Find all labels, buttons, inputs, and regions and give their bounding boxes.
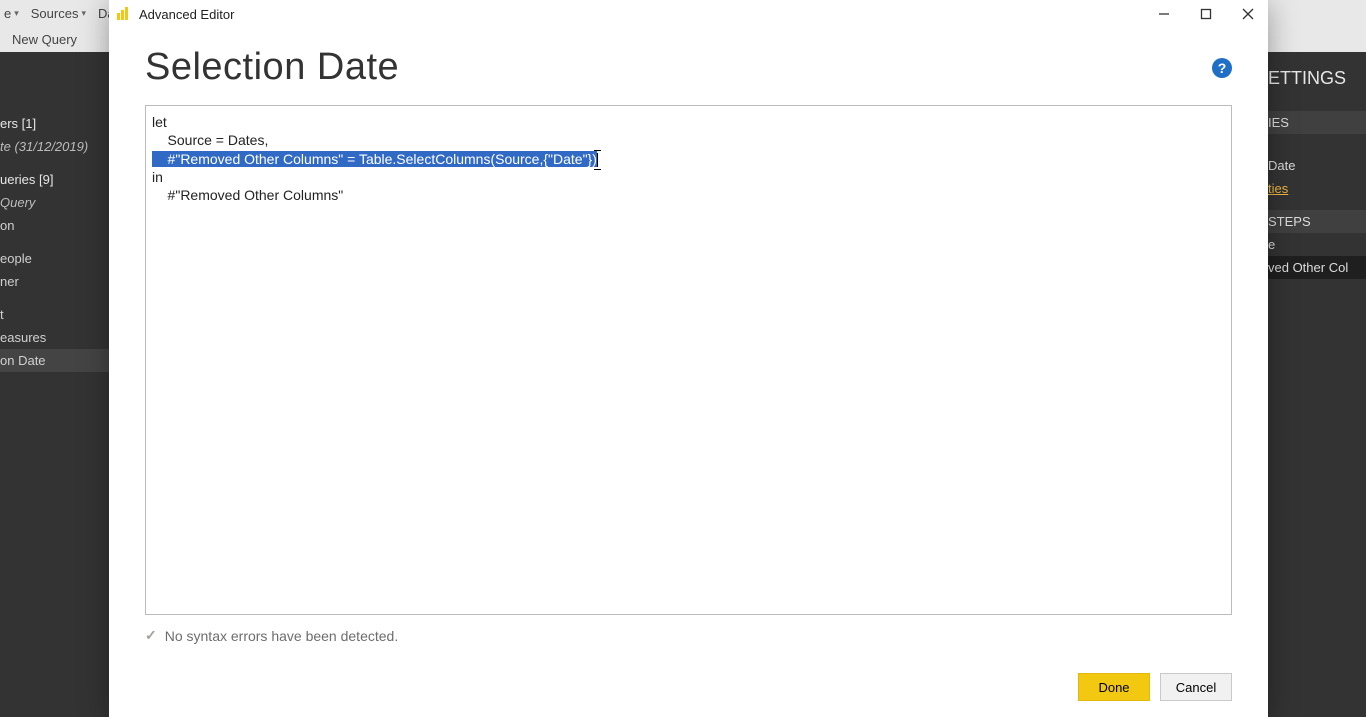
editor-header: Selection Date xyxy=(145,46,399,89)
properties-section-header: IES xyxy=(1268,111,1366,134)
nav-group-2-header[interactable]: ueries [9] xyxy=(0,168,109,191)
done-button[interactable]: Done xyxy=(1078,673,1150,701)
checkmark-icon: ✓ xyxy=(145,627,157,644)
code-editor[interactable]: let Source = Dates, #"Removed Other Colu… xyxy=(145,105,1232,615)
window-minimize-button[interactable] xyxy=(1152,2,1176,26)
nav-item-selection-date[interactable]: on Date xyxy=(0,349,109,372)
nav-item-ner[interactable]: ner xyxy=(0,270,109,293)
applied-step-source[interactable]: e xyxy=(1268,233,1366,256)
all-properties-link[interactable]: ties xyxy=(1268,181,1288,196)
nav-group-1-header[interactable]: ers [1] xyxy=(0,112,109,135)
syntax-status-text: No syntax errors have been detected. xyxy=(165,628,398,644)
applied-step-removed-other-columns[interactable]: ved Other Col xyxy=(1268,256,1366,279)
query-settings-title: ETTINGS xyxy=(1268,66,1366,91)
nav-item-t[interactable]: t xyxy=(0,303,109,326)
code-line-1: let xyxy=(152,114,167,130)
ribbon-button-sources[interactable]: Sources xyxy=(31,6,86,21)
ribbon-button-left[interactable]: e xyxy=(4,6,19,21)
text-caret xyxy=(597,153,598,167)
queries-navigator: ers [1] te (31/12/2019) ueries [9] Query… xyxy=(0,52,109,717)
query-settings-panel: ETTINGS IES Date ties STEPS e ved Other … xyxy=(1268,52,1366,717)
nav-item-date[interactable]: te (31/12/2019) xyxy=(0,135,109,158)
nav-item-on[interactable]: on xyxy=(0,214,109,237)
code-line-5: #"Removed Other Columns" xyxy=(152,187,343,203)
window-close-button[interactable] xyxy=(1236,2,1260,26)
nav-item-people[interactable]: eople xyxy=(0,247,109,270)
advanced-editor-dialog: Advanced Editor Selection Date ? let Sou… xyxy=(109,0,1268,717)
applied-steps-header: STEPS xyxy=(1268,210,1366,233)
powerbi-icon xyxy=(115,6,131,22)
dialog-title: Advanced Editor xyxy=(139,7,234,22)
syntax-status: ✓ No syntax errors have been detected. xyxy=(145,627,1232,644)
code-line-4: in xyxy=(152,169,163,185)
cancel-button[interactable]: Cancel xyxy=(1160,673,1232,701)
code-line-2: Source = Dates, xyxy=(152,132,268,148)
nav-item-query[interactable]: Query xyxy=(0,191,109,214)
code-line-3-selected: #"Removed Other Columns" = Table.SelectC… xyxy=(152,151,597,167)
help-icon[interactable]: ? xyxy=(1212,58,1232,78)
nav-item-measures[interactable]: easures xyxy=(0,326,109,349)
dialog-titlebar: Advanced Editor xyxy=(109,0,1268,28)
window-maximize-button[interactable] xyxy=(1194,2,1218,26)
ribbon-group-new-query: New Query xyxy=(12,32,77,47)
properties-name-value: Date xyxy=(1268,154,1366,177)
